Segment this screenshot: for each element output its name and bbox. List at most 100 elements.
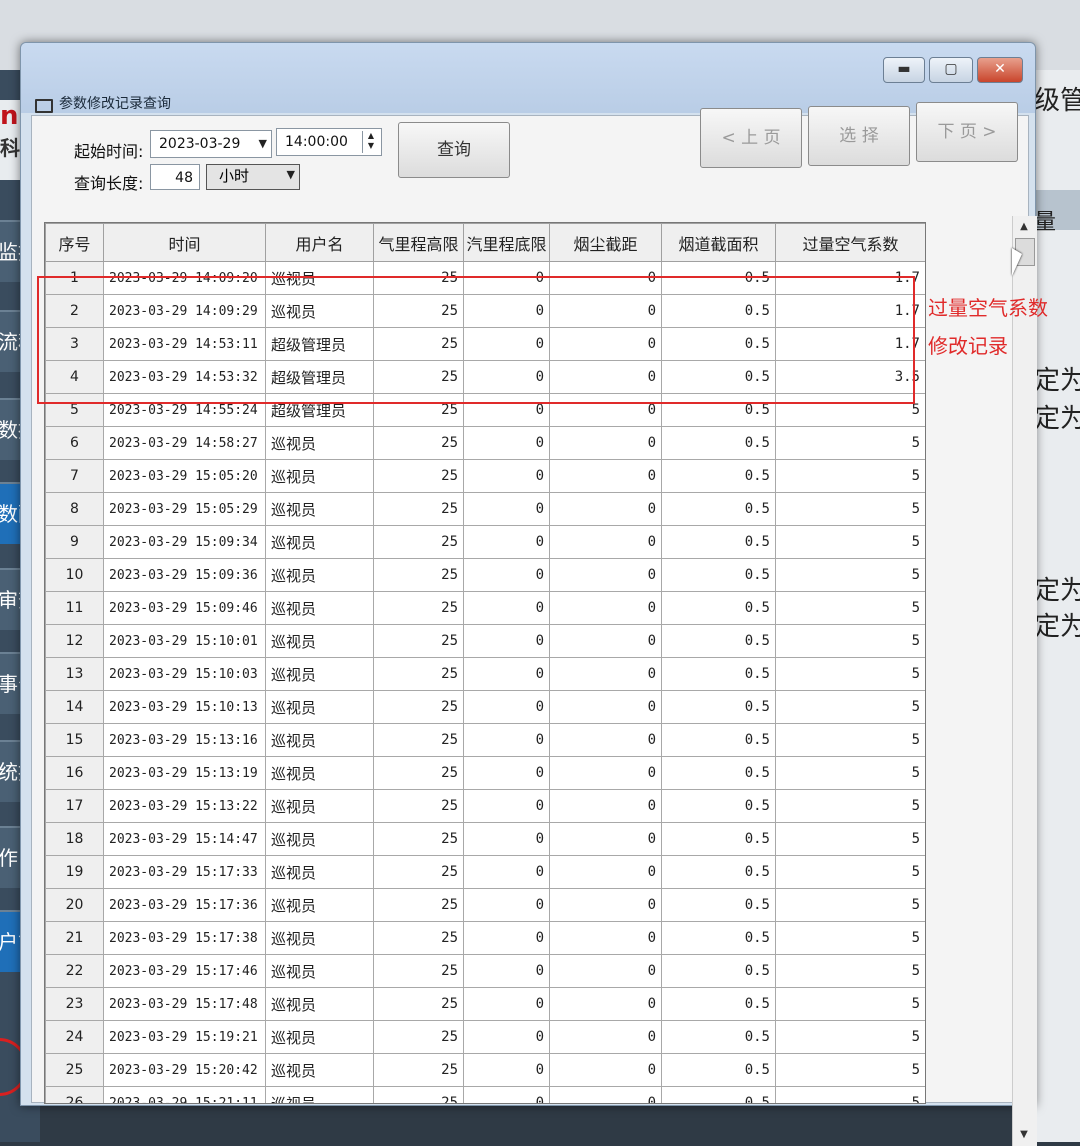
table-row[interactable]: 22 2023-03-29 15:17:46 巡视员 25 0 0 0.5 5 bbox=[45, 954, 925, 988]
row-mileage-high: 25 bbox=[373, 1053, 464, 1087]
maximize-button[interactable]: ▢ bbox=[929, 57, 973, 83]
table-row[interactable]: 9 2023-03-29 15:09:34 巡视员 25 0 0 0.5 5 bbox=[45, 525, 925, 559]
select-button[interactable]: 选 择 bbox=[808, 106, 910, 166]
row-excess-air: 5 bbox=[775, 624, 925, 658]
vertical-scrollbar[interactable]: ▲ ▼ bbox=[1012, 216, 1037, 1146]
table-row[interactable]: 20 2023-03-29 15:17:36 巡视员 25 0 0 0.5 5 bbox=[45, 888, 925, 922]
table-row[interactable]: 3 2023-03-29 14:53:11 超级管理员 25 0 0 0.5 1.7 bbox=[45, 327, 925, 361]
row-username: 巡视员 bbox=[265, 261, 374, 295]
start-time-label: 起始时间: bbox=[74, 142, 144, 161]
row-mileage-high: 25 bbox=[373, 756, 464, 790]
scroll-up-icon[interactable]: ▲ bbox=[1015, 218, 1033, 236]
start-time-input[interactable]: 14:00:00 ▲ ▼ bbox=[276, 128, 382, 156]
query-length-input[interactable]: 48 bbox=[150, 164, 200, 190]
column-header[interactable]: 序号 bbox=[45, 223, 104, 262]
minimize-button[interactable]: ▬ bbox=[883, 57, 925, 83]
row-time: 2023-03-29 15:10:13 bbox=[103, 690, 266, 724]
row-dust-intercept: 0 bbox=[549, 1020, 662, 1054]
row-mileage-low: 0 bbox=[463, 657, 550, 691]
row-mileage-low: 0 bbox=[463, 723, 550, 757]
column-header[interactable]: 烟道截面积 bbox=[661, 223, 776, 262]
row-mileage-low: 0 bbox=[463, 525, 550, 559]
table-row[interactable]: 12 2023-03-29 15:10:01 巡视员 25 0 0 0.5 5 bbox=[45, 624, 925, 658]
table-row[interactable]: 19 2023-03-29 15:17:33 巡视员 25 0 0 0.5 5 bbox=[45, 855, 925, 889]
row-index: 8 bbox=[45, 492, 104, 526]
row-flue-area: 0.5 bbox=[661, 492, 776, 526]
table-row[interactable]: 4 2023-03-29 14:53:32 超级管理员 25 0 0 0.5 3.5 bbox=[45, 360, 925, 394]
column-header[interactable]: 汽里程底限 bbox=[463, 223, 550, 262]
row-dust-intercept: 0 bbox=[549, 789, 662, 823]
row-time: 2023-03-29 15:10:01 bbox=[103, 624, 266, 658]
row-mileage-low: 0 bbox=[463, 294, 550, 328]
row-mileage-high: 25 bbox=[373, 723, 464, 757]
row-flue-area: 0.5 bbox=[661, 921, 776, 955]
row-mileage-low: 0 bbox=[463, 558, 550, 592]
table-row[interactable]: 17 2023-03-29 15:13:22 巡视员 25 0 0 0.5 5 bbox=[45, 789, 925, 823]
table-row[interactable]: 14 2023-03-29 15:10:13 巡视员 25 0 0 0.5 5 bbox=[45, 690, 925, 724]
row-username: 巡视员 bbox=[265, 756, 374, 790]
row-username: 巡视员 bbox=[265, 822, 374, 856]
row-dust-intercept: 0 bbox=[549, 888, 662, 922]
row-time: 2023-03-29 15:17:33 bbox=[103, 855, 266, 889]
table-row[interactable]: 2 2023-03-29 14:09:29 巡视员 25 0 0 0.5 1.7 bbox=[45, 294, 925, 328]
row-index: 1 bbox=[45, 261, 104, 295]
table-row[interactable]: 7 2023-03-29 15:05:20 巡视员 25 0 0 0.5 5 bbox=[45, 459, 925, 493]
scroll-down-icon[interactable]: ▼ bbox=[1015, 1126, 1033, 1144]
length-unit-dropdown[interactable]: 小时 ▼ bbox=[206, 164, 300, 190]
row-flue-area: 0.5 bbox=[661, 294, 776, 328]
table-row[interactable]: 11 2023-03-29 15:09:46 巡视员 25 0 0 0.5 5 bbox=[45, 591, 925, 625]
table-row[interactable]: 26 2023-03-29 15:21:11 巡视员 25 0 0 0.5 5 bbox=[45, 1086, 925, 1103]
bg-right-text: 定为 bbox=[1034, 576, 1080, 606]
start-date-dropdown[interactable]: 2023-03-29 ▼ bbox=[150, 130, 272, 158]
table-row[interactable]: 23 2023-03-29 15:17:48 巡视员 25 0 0 0.5 5 bbox=[45, 987, 925, 1021]
row-excess-air: 5 bbox=[775, 921, 925, 955]
row-time: 2023-03-29 15:21:11 bbox=[103, 1086, 266, 1103]
table-row[interactable]: 10 2023-03-29 15:09:36 巡视员 25 0 0 0.5 5 bbox=[45, 558, 925, 592]
table-row[interactable]: 18 2023-03-29 15:14:47 巡视员 25 0 0 0.5 5 bbox=[45, 822, 925, 856]
table-row[interactable]: 1 2023-03-29 14:09:20 巡视员 25 0 0 0.5 1.7 bbox=[45, 261, 925, 295]
row-time: 2023-03-29 15:20:42 bbox=[103, 1053, 266, 1087]
row-excess-air: 5 bbox=[775, 822, 925, 856]
query-button[interactable]: 查询 bbox=[398, 122, 510, 178]
column-header[interactable]: 过量空气系数 bbox=[775, 223, 925, 262]
row-username: 超级管理员 bbox=[265, 393, 374, 427]
column-header[interactable]: 时间 bbox=[103, 223, 266, 262]
row-mileage-high: 25 bbox=[373, 987, 464, 1021]
row-mileage-low: 0 bbox=[463, 855, 550, 889]
column-header[interactable]: 烟尘截距 bbox=[549, 223, 662, 262]
row-mileage-high: 25 bbox=[373, 888, 464, 922]
table-row[interactable]: 25 2023-03-29 15:20:42 巡视员 25 0 0 0.5 5 bbox=[45, 1053, 925, 1087]
close-button[interactable]: ✕ bbox=[977, 57, 1023, 83]
row-dust-intercept: 0 bbox=[549, 1053, 662, 1087]
row-time: 2023-03-29 15:05:29 bbox=[103, 492, 266, 526]
row-flue-area: 0.5 bbox=[661, 1020, 776, 1054]
row-username: 巡视员 bbox=[265, 492, 374, 526]
table-row[interactable]: 15 2023-03-29 15:13:16 巡视员 25 0 0 0.5 5 bbox=[45, 723, 925, 757]
row-mileage-high: 25 bbox=[373, 492, 464, 526]
row-excess-air: 5 bbox=[775, 591, 925, 625]
table-body: 1 2023-03-29 14:09:20 巡视员 25 0 0 0.5 1.7 2 2023-0… bbox=[45, 261, 925, 1103]
row-index: 7 bbox=[45, 459, 104, 493]
table-row[interactable]: 13 2023-03-29 15:10:03 巡视员 25 0 0 0.5 5 bbox=[45, 657, 925, 691]
table-row[interactable]: 16 2023-03-29 15:13:19 巡视员 25 0 0 0.5 5 bbox=[45, 756, 925, 790]
table-row[interactable]: 6 2023-03-29 14:58:27 巡视员 25 0 0 0.5 5 bbox=[45, 426, 925, 460]
row-flue-area: 0.5 bbox=[661, 525, 776, 559]
column-header[interactable]: 用户名 bbox=[265, 223, 374, 262]
row-index: 4 bbox=[45, 360, 104, 394]
row-username: 巡视员 bbox=[265, 624, 374, 658]
prev-page-button[interactable]: < 上 页 bbox=[700, 108, 802, 168]
table-row[interactable]: 21 2023-03-29 15:17:38 巡视员 25 0 0 0.5 5 bbox=[45, 921, 925, 955]
column-header[interactable]: 气里程高限 bbox=[373, 223, 464, 262]
table-row[interactable]: 24 2023-03-29 15:19:21 巡视员 25 0 0 0.5 5 bbox=[45, 1020, 925, 1054]
table-row[interactable]: 8 2023-03-29 15:05:29 巡视员 25 0 0 0.5 5 bbox=[45, 492, 925, 526]
next-page-button[interactable]: 下 页 > bbox=[916, 102, 1018, 162]
table-row[interactable]: 5 2023-03-29 14:55:24 超级管理员 25 0 0 0.5 5 bbox=[45, 393, 925, 427]
bg-right-text: 量 bbox=[1034, 210, 1057, 235]
row-username: 巡视员 bbox=[265, 954, 374, 988]
dialog-titlebar[interactable]: 参数修改记录查询 ▬ ▢ ✕ bbox=[21, 43, 1035, 113]
records-table-container[interactable]: 序号 时间 用户名 气里程高限 汽里程底限 烟尘截距 烟道截面积 过量空气系数 1 2023-0… bbox=[44, 222, 926, 1104]
row-dust-intercept: 0 bbox=[549, 294, 662, 328]
row-mileage-low: 0 bbox=[463, 1020, 550, 1054]
row-mileage-low: 0 bbox=[463, 888, 550, 922]
spinner-icon[interactable]: ▲ ▼ bbox=[362, 131, 379, 153]
